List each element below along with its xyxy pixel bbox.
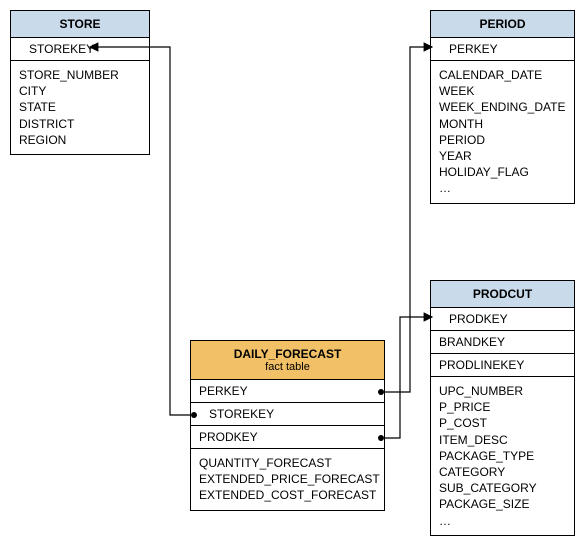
attr: CALENDAR_DATE xyxy=(439,67,566,83)
attr: YEAR xyxy=(439,148,566,164)
entity-fact-subtitle: fact table xyxy=(195,361,380,373)
rel-perkey xyxy=(378,47,432,395)
attr: … xyxy=(439,513,566,529)
store-attrs: STORE_NUMBER CITY STATE DISTRICT REGION xyxy=(11,61,149,154)
product-key3-row: PRODLINEKEY xyxy=(431,354,574,377)
attr: ITEM_DESC xyxy=(439,432,566,448)
product-key-row: PRODKEY xyxy=(431,308,574,331)
attr: HOLIDAY_FLAG xyxy=(439,164,566,180)
fact-measures: QUANTITY_FORECAST EXTENDED_PRICE_FORECAS… xyxy=(191,449,384,510)
store-key-row: STOREKEY xyxy=(11,38,149,61)
entity-period-title: PERIOD xyxy=(431,11,574,38)
attr: STORE_NUMBER xyxy=(19,67,141,83)
entity-store-title: STORE xyxy=(11,11,149,38)
entity-fact-header: DAILY_FORECAST fact table xyxy=(191,341,384,380)
attr: DISTRICT xyxy=(19,116,141,132)
attr: REGION xyxy=(19,132,141,148)
attr: PACKAGE_SIZE xyxy=(439,496,566,512)
measure: EXTENDED_COST_FORECAST xyxy=(199,487,376,503)
attr: P_PRICE xyxy=(439,399,566,415)
attr: UPC_NUMBER xyxy=(439,383,566,399)
period-attrs: CALENDAR_DATE WEEK WEEK_ENDING_DATE MONT… xyxy=(431,61,574,203)
period-key-row: PERKEY xyxy=(431,38,574,61)
fact-fk-storekey: STOREKEY xyxy=(191,403,384,426)
fact-fk-prodkey: PRODKEY xyxy=(191,426,384,449)
entity-product-title: PRODCUT xyxy=(431,281,574,308)
product-attrs: UPC_NUMBER P_PRICE P_COST ITEM_DESC PACK… xyxy=(431,377,574,535)
entity-period: PERIOD PERKEY CALENDAR_DATE WEEK WEEK_EN… xyxy=(430,10,575,204)
attr: P_COST xyxy=(439,415,566,431)
attr: PACKAGE_TYPE xyxy=(439,448,566,464)
attr: PERIOD xyxy=(439,132,566,148)
measure: QUANTITY_FORECAST xyxy=(199,455,376,471)
entity-store: STORE STOREKEY STORE_NUMBER CITY STATE D… xyxy=(10,10,150,155)
attr: MONTH xyxy=(439,116,566,132)
attr: WEEK xyxy=(439,83,566,99)
attr: CATEGORY xyxy=(439,464,566,480)
attr: … xyxy=(439,180,566,196)
measure: EXTENDED_PRICE_FORECAST xyxy=(199,471,376,487)
attr: SUB_CATEGORY xyxy=(439,480,566,496)
entity-fact-title: DAILY_FORECAST xyxy=(234,347,342,361)
product-key2-row: BRANDKEY xyxy=(431,331,574,354)
attr: CITY xyxy=(19,83,141,99)
rel-prodkey xyxy=(378,317,432,441)
entity-fact: DAILY_FORECAST fact table PERKEY STOREKE… xyxy=(190,340,385,511)
fact-fk-perkey: PERKEY xyxy=(191,380,384,403)
attr: WEEK_ENDING_DATE xyxy=(439,99,566,115)
attr: STATE xyxy=(19,99,141,115)
entity-product: PRODCUT PRODKEY BRANDKEY PRODLINEKEY UPC… xyxy=(430,280,575,536)
